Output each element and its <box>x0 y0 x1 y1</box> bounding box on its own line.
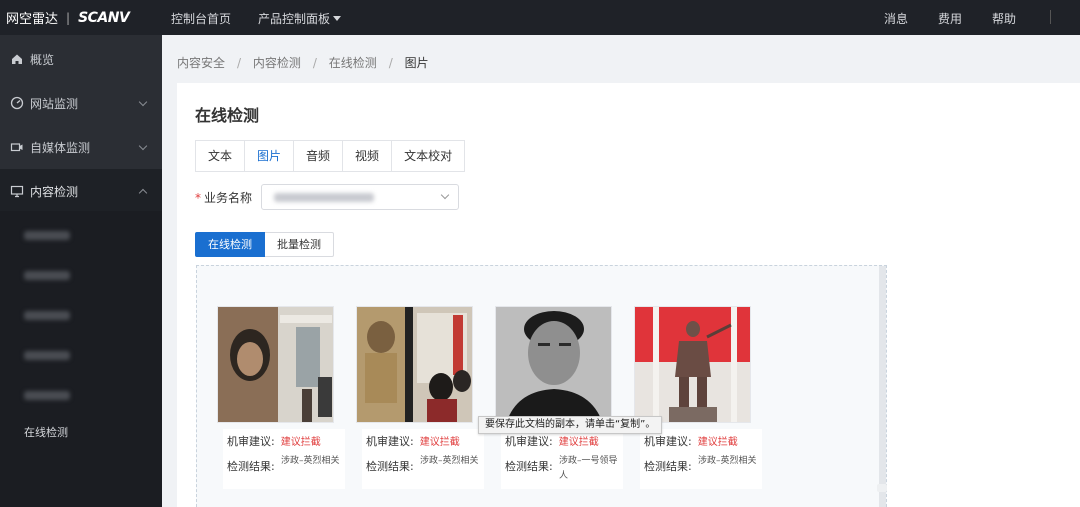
result-value: 涉政–英烈相关 <box>420 456 479 466</box>
advice-badge: 建议拦截 <box>280 437 321 448</box>
page-title: 在线检测 <box>195 106 260 125</box>
nav-product-panel[interactable]: 产品控制面板 <box>258 10 342 27</box>
mode-switch: 在线检测 批量检测 <box>195 232 334 257</box>
sidebar: 概览 网站监测 自媒体监测 内容检测 在线检测 <box>0 35 162 507</box>
tab-proofread[interactable]: 文本校对 <box>392 141 464 171</box>
nav-help[interactable]: 帮助 <box>992 10 1016 27</box>
scrollbar[interactable] <box>879 266 886 507</box>
breadcrumb: 内容安全 / 内容检测 / 在线检测 / 图片 <box>177 56 429 70</box>
sidebar-subitem-redacted[interactable] <box>24 227 144 243</box>
result-info: 机审建议: 建议拦截 检测结果: 涉政–英烈相关 <box>362 429 484 489</box>
result-image <box>356 306 473 423</box>
brand[interactable]: 网空雷达 | SCANV <box>6 8 130 28</box>
tab-bar: 文本 图片 音频 视频 文本校对 <box>195 140 466 172</box>
sidebar-item-label: 概览 <box>30 52 55 67</box>
sidebar-item-site-monitor[interactable]: 网站监测 <box>0 81 162 125</box>
home-icon <box>10 52 24 66</box>
result-image <box>217 306 334 423</box>
nav-messages[interactable]: 消息 <box>884 10 908 27</box>
gauge-icon <box>10 96 24 110</box>
tab-video[interactable]: 视频 <box>343 141 393 171</box>
top-bar: 网空雷达 | SCANV 控制台首页 产品控制面板 消息 费用 帮助 <box>0 0 1080 35</box>
result-info: 机审建议: 建议拦截 检测结果: 涉政–英烈相关 <box>640 429 762 489</box>
brand-name: 网空雷达 <box>6 12 59 27</box>
redacted-value <box>274 193 374 202</box>
result-image <box>634 306 751 423</box>
brand-separator: | <box>66 10 71 25</box>
result-image <box>495 306 612 423</box>
monitor-icon <box>10 184 24 198</box>
nav-console-home[interactable]: 控制台首页 <box>171 10 231 27</box>
sidebar-subitem-redacted[interactable] <box>24 347 144 363</box>
sidebar-item-content-check[interactable]: 内容检测 <box>0 169 162 213</box>
divider <box>1050 10 1051 24</box>
brand-logo: SCANV <box>78 9 130 26</box>
sidebar-item-media-monitor[interactable]: 自媒体监测 <box>0 125 162 169</box>
result-value: 涉政–英烈相关 <box>698 456 757 466</box>
breadcrumb-item[interactable]: 在线检测 <box>329 56 377 70</box>
chevron-down-icon <box>440 190 450 200</box>
tab-audio[interactable]: 音频 <box>294 141 344 171</box>
video-icon <box>10 140 24 154</box>
caret-down-icon <box>333 16 342 21</box>
advice-badge: 建议拦截 <box>419 437 460 448</box>
tab-text[interactable]: 文本 <box>196 141 246 171</box>
result-info: 机审建议: 建议拦截 检测结果: 涉政–英烈相关 <box>223 429 345 489</box>
business-name-select[interactable] <box>261 184 459 210</box>
nav-billing[interactable]: 费用 <box>938 10 962 27</box>
tooltip: 要保存此文档的副本，请单击“复制”。 <box>478 416 663 434</box>
batch-check-button[interactable]: 批量检测 <box>265 232 334 257</box>
sidebar-subitem-redacted[interactable] <box>24 387 144 403</box>
sidebar-item-label: 内容检测 <box>30 184 79 199</box>
sidebar-subitem-online-check[interactable]: 在线检测 <box>24 424 144 440</box>
business-name-label: * 业务名称 <box>195 191 253 205</box>
image-result-area: 机审建议: 建议拦截 检测结果: 涉政–英烈相关 机审建议: 建议拦截 检测结果… <box>196 265 887 507</box>
breadcrumb-current: 图片 <box>404 56 429 70</box>
breadcrumb-item[interactable]: 内容安全 <box>177 56 225 70</box>
tab-image[interactable]: 图片 <box>245 141 295 171</box>
main-panel: 在线检测 文本 图片 音频 视频 文本校对 * 业务名称 在线检测 批量检测 机… <box>177 83 1080 507</box>
chevron-down-icon <box>138 97 148 107</box>
result-info: 机审建议: 建议拦截 检测结果: 涉政–一号领导人 <box>501 429 623 489</box>
sidebar-item-overview[interactable]: 概览 <box>0 37 162 81</box>
cursor-marker <box>877 484 887 492</box>
sidebar-item-label: 网站监测 <box>30 96 79 111</box>
sidebar-subitem-redacted[interactable] <box>24 267 144 283</box>
chevron-down-icon <box>138 141 148 151</box>
online-check-button[interactable]: 在线检测 <box>195 232 265 257</box>
breadcrumb-item[interactable]: 内容检测 <box>253 56 301 70</box>
sidebar-item-label: 自媒体监测 <box>30 140 91 155</box>
sidebar-subitem-redacted[interactable] <box>24 307 144 323</box>
advice-badge: 建议拦截 <box>558 437 599 448</box>
chevron-up-icon <box>138 188 148 198</box>
result-value: 涉政–英烈相关 <box>281 456 340 466</box>
result-value: 涉政–一号领导人 <box>559 456 618 481</box>
sidebar-submenu: 在线检测 <box>0 211 162 507</box>
advice-badge: 建议拦截 <box>697 437 738 448</box>
